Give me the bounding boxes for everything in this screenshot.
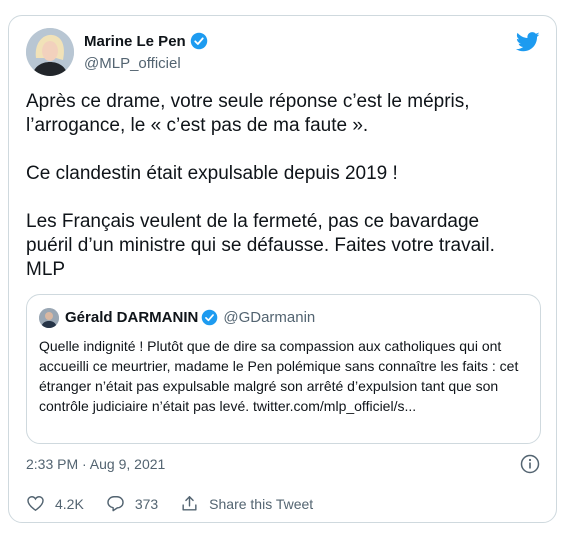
quoted-author-handle: @GDarmanin bbox=[223, 309, 316, 326]
like-count: 4.2K bbox=[55, 495, 84, 512]
share-button[interactable]: Share this Tweet bbox=[180, 494, 313, 513]
tweet-timestamp[interactable]: 2:33 PM · Aug 9, 2021 bbox=[26, 456, 165, 472]
verified-badge-icon bbox=[190, 32, 207, 50]
reply-count: 373 bbox=[134, 495, 159, 512]
quoted-tweet-text: Quelle indignité ! Plutôt que de dire sa… bbox=[39, 338, 519, 414]
share-label: Share this Tweet bbox=[209, 495, 314, 512]
like-button[interactable]: 4.2K bbox=[26, 494, 84, 513]
heart-icon bbox=[27, 496, 44, 512]
tweet-card[interactable]: Marine Le Pen @MLP_officiel Après ce dra… bbox=[8, 15, 557, 523]
reply-button[interactable]: 373 bbox=[106, 494, 158, 513]
share-icon bbox=[182, 496, 197, 511]
quoted-author-avatar bbox=[39, 308, 59, 328]
verified-badge-icon bbox=[202, 309, 218, 326]
author-avatar[interactable] bbox=[26, 28, 74, 76]
quoted-tweet[interactable]: Gérald DARMANIN @GDarmanin Quelle indign… bbox=[26, 294, 541, 444]
tweet-actions: 4.2K 373 Share this Tweet bbox=[26, 494, 335, 513]
twitter-bird-icon[interactable] bbox=[516, 32, 540, 52]
author-name[interactable]: Marine Le Pen bbox=[84, 33, 186, 50]
reply-bubble-icon bbox=[107, 496, 124, 512]
author-handle[interactable]: @MLP_officiel bbox=[84, 55, 181, 72]
tweet-text: Après ce drame, votre seule réponse c’es… bbox=[26, 91, 495, 280]
info-icon[interactable] bbox=[520, 454, 540, 474]
quoted-author-name: Gérald DARMANIN bbox=[65, 309, 199, 326]
